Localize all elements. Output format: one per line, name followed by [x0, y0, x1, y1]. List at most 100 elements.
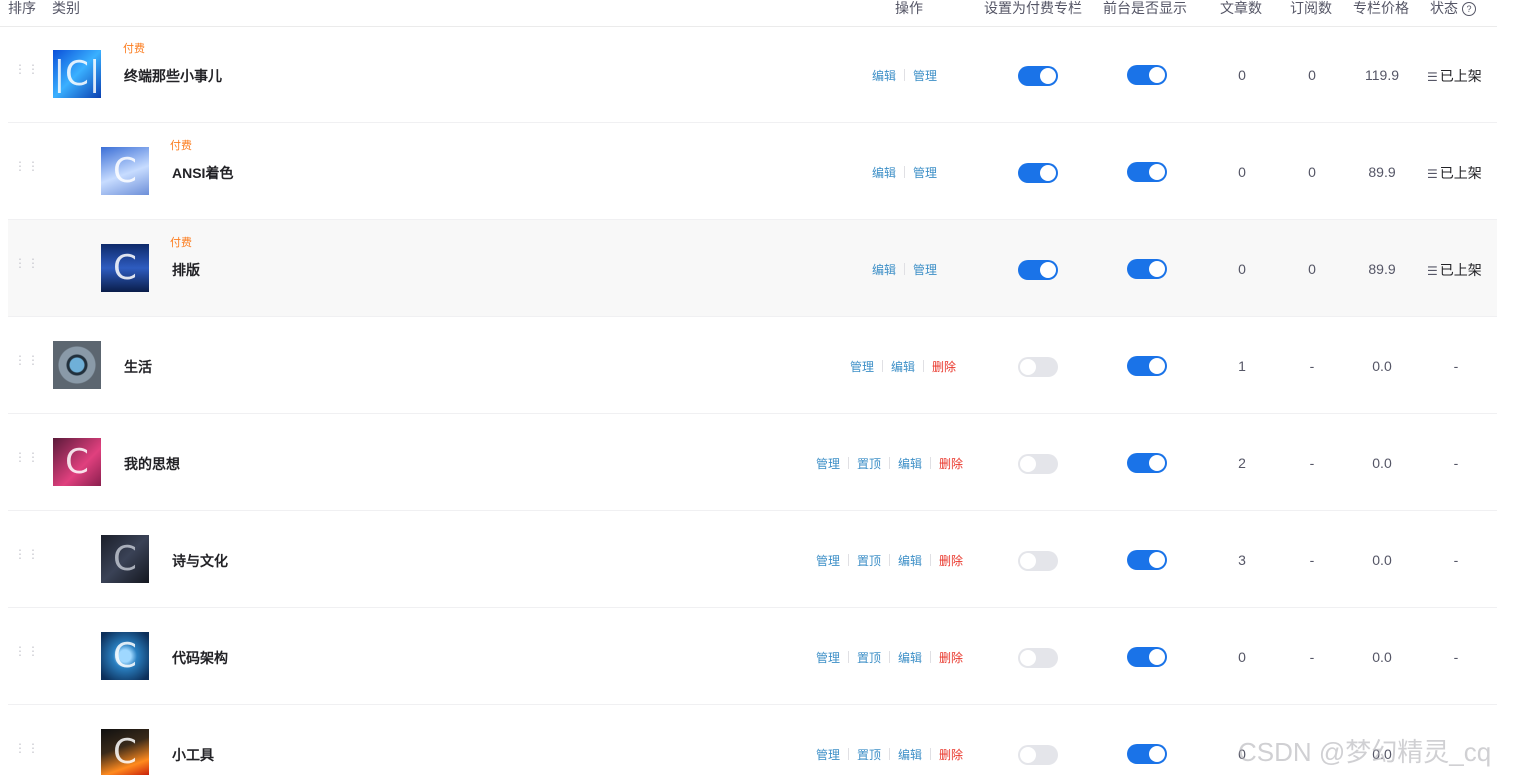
price: 0.0 — [1372, 455, 1392, 471]
col-status: 状态? — [1430, 0, 1476, 18]
drag-handle-icon[interactable]: ⋮⋮ — [14, 451, 39, 470]
column-cover-image: C — [101, 729, 149, 775]
show-toggle[interactable] — [1127, 744, 1167, 764]
drag-handle-icon[interactable]: ⋮⋮ — [14, 63, 39, 82]
col-price: 专栏价格 — [1353, 0, 1409, 16]
manage-link[interactable]: 管理 — [816, 554, 840, 568]
paid-toggle[interactable] — [1018, 66, 1058, 86]
article-count: 1 — [1238, 358, 1246, 374]
status-badge: ☰ 已上架 — [1427, 68, 1482, 84]
show-toggle[interactable] — [1127, 162, 1167, 182]
pin-link[interactable]: 置顶 — [857, 554, 881, 568]
table-row: ⋮⋮ |C| 付费 终端那些小事儿 编辑 管理 0 0 119.9 ☰ 已上架 — [8, 26, 1497, 123]
pin-link[interactable]: 置顶 — [857, 651, 881, 665]
show-toggle[interactable] — [1127, 647, 1167, 667]
table-row: ⋮⋮ C 我的思想 管理 置顶 编辑 删除 2 - 0.0 - — [8, 414, 1497, 511]
column-cover-image — [53, 341, 101, 389]
column-cover-image: C — [101, 535, 149, 583]
paid-toggle[interactable] — [1018, 551, 1058, 571]
subscribe-count: - — [1309, 649, 1315, 665]
edit-link[interactable]: 编辑 — [898, 748, 922, 762]
show-toggle[interactable] — [1127, 356, 1167, 376]
col-sort: 排序 — [8, 0, 36, 16]
edit-link[interactable]: 编辑 — [872, 69, 896, 83]
edit-link[interactable]: 编辑 — [898, 651, 922, 665]
status-badge: ☰ 已上架 — [1427, 262, 1482, 278]
table-row: ⋮⋮ C 诗与文化 管理 置顶 编辑 删除 3 - 0.0 - — [8, 511, 1497, 608]
drag-handle-icon[interactable]: ⋮⋮ — [14, 645, 39, 664]
col-frontend-show: 前台是否显示 — [1103, 0, 1187, 16]
show-toggle[interactable] — [1127, 65, 1167, 85]
table-row: ⋮⋮ C 付费 ANSI着色 编辑 管理 0 0 89.9 ☰ 已上架 — [8, 123, 1497, 220]
column-name[interactable]: 排版 — [172, 260, 200, 280]
delete-link[interactable]: 删除 — [939, 457, 963, 471]
status-text: - — [1453, 358, 1459, 374]
edit-link[interactable]: 编辑 — [891, 360, 915, 374]
delete-link[interactable]: 删除 — [932, 360, 956, 374]
paid-tag: 付费 — [170, 140, 192, 152]
status-text: - — [1453, 649, 1459, 665]
shelf-icon: ☰ — [1427, 70, 1438, 84]
pin-link[interactable]: 置顶 — [857, 748, 881, 762]
paid-toggle[interactable] — [1018, 454, 1058, 474]
paid-toggle[interactable] — [1018, 357, 1058, 377]
manage-link[interactable]: 管理 — [816, 457, 840, 471]
manage-link[interactable]: 管理 — [816, 748, 840, 762]
delete-link[interactable]: 删除 — [939, 554, 963, 568]
row-actions: 编辑 管理 — [872, 261, 937, 278]
column-name[interactable]: 小工具 — [172, 745, 214, 765]
column-name[interactable]: ANSI着色 — [172, 163, 233, 183]
manage-link[interactable]: 管理 — [913, 166, 937, 180]
manage-link[interactable]: 管理 — [913, 69, 937, 83]
delete-link[interactable]: 删除 — [939, 748, 963, 762]
column-name[interactable]: 终端那些小事儿 — [124, 66, 222, 86]
column-name[interactable]: 诗与文化 — [172, 551, 228, 571]
column-name[interactable]: 我的思想 — [124, 454, 180, 474]
drag-handle-icon[interactable]: ⋮⋮ — [14, 257, 39, 276]
drag-handle-icon[interactable]: ⋮⋮ — [14, 548, 39, 567]
row-actions: 编辑 管理 — [872, 164, 937, 181]
row-actions: 管理 编辑 删除 — [850, 358, 956, 375]
edit-link[interactable]: 编辑 — [872, 166, 896, 180]
table-row: ⋮⋮ C 代码架构 管理 置顶 编辑 删除 0 - 0.0 - — [8, 608, 1497, 705]
drag-handle-icon[interactable]: ⋮⋮ — [14, 160, 39, 179]
show-toggle[interactable] — [1127, 259, 1167, 279]
column-cover-image: C — [53, 438, 101, 486]
subscribe-count: 0 — [1308, 67, 1316, 83]
edit-link[interactable]: 编辑 — [872, 263, 896, 277]
help-icon[interactable]: ? — [1462, 2, 1476, 16]
subscribe-count: - — [1309, 552, 1315, 568]
price: 0.0 — [1372, 552, 1392, 568]
manage-link[interactable]: 管理 — [816, 651, 840, 665]
column-name[interactable]: 生活 — [124, 357, 152, 377]
show-toggle[interactable] — [1127, 550, 1167, 570]
status-text: - — [1453, 455, 1459, 471]
article-count: 0 — [1238, 164, 1246, 180]
delete-link[interactable]: 删除 — [939, 651, 963, 665]
column-cover-image: C — [101, 632, 149, 680]
edit-link[interactable]: 编辑 — [898, 457, 922, 471]
watermark: CSDN @梦幻精灵_cq — [1238, 737, 1492, 767]
column-cover-image: C — [101, 147, 149, 195]
paid-toggle[interactable] — [1018, 260, 1058, 280]
column-cover-image: |C| — [53, 50, 101, 98]
table-header: 排序 类别 操作 设置为付费专栏 前台是否显示 文章数 订阅数 专栏价格 状态? — [0, 0, 1497, 27]
col-subscribe-count: 订阅数 — [1290, 0, 1332, 16]
col-actions: 操作 — [895, 0, 923, 16]
col-category: 类别 — [52, 0, 80, 16]
price: 119.9 — [1365, 67, 1399, 83]
show-toggle[interactable] — [1127, 453, 1167, 473]
column-name[interactable]: 代码架构 — [172, 648, 228, 668]
drag-handle-icon[interactable]: ⋮⋮ — [14, 354, 39, 373]
manage-link[interactable]: 管理 — [913, 263, 937, 277]
paid-toggle[interactable] — [1018, 163, 1058, 183]
drag-handle-icon[interactable]: ⋮⋮ — [14, 742, 39, 761]
paid-toggle[interactable] — [1018, 745, 1058, 765]
paid-toggle[interactable] — [1018, 648, 1058, 668]
manage-link[interactable]: 管理 — [850, 360, 874, 374]
subscribe-count: 0 — [1308, 261, 1316, 277]
pin-link[interactable]: 置顶 — [857, 457, 881, 471]
shelf-icon: ☰ — [1427, 167, 1438, 181]
column-cover-image: C — [101, 244, 149, 292]
edit-link[interactable]: 编辑 — [898, 554, 922, 568]
